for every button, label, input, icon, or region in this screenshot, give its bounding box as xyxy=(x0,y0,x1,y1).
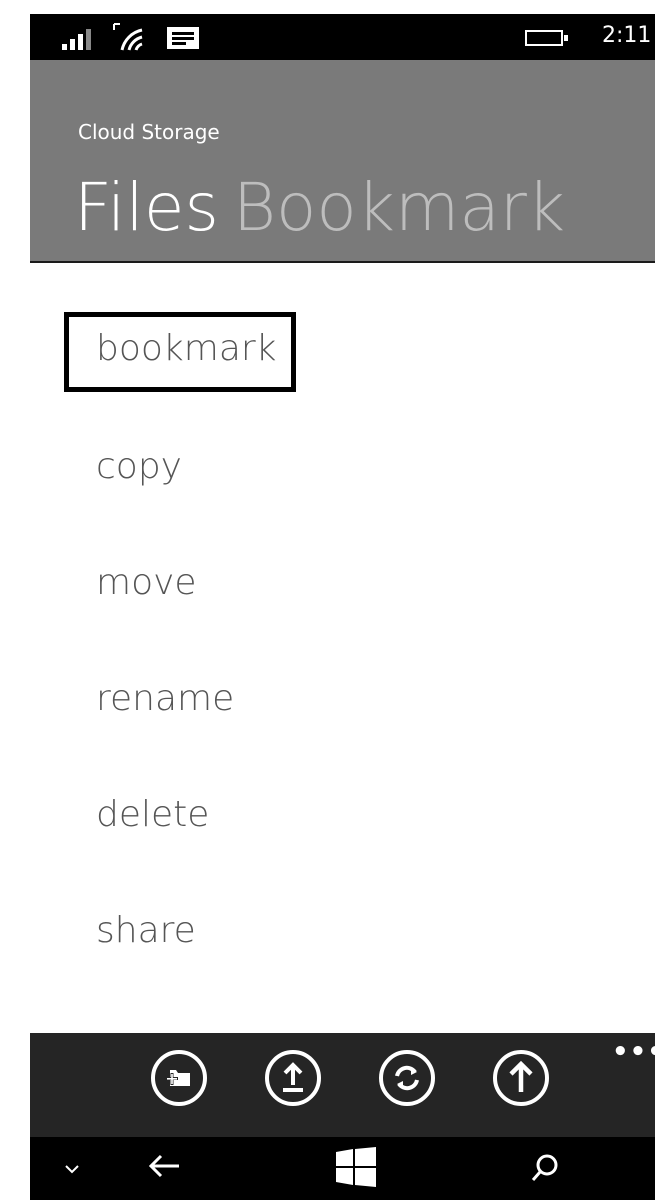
menu-item-bookmark[interactable]: bookmark xyxy=(96,328,277,369)
menu-item-rename[interactable]: rename xyxy=(96,678,234,719)
sync-icon[interactable] xyxy=(378,1049,436,1107)
back-icon[interactable] xyxy=(147,1153,181,1179)
pivot-bookmark[interactable]: Bookmark xyxy=(233,169,565,246)
signal-icon xyxy=(62,29,91,50)
more-options-button[interactable]: ••• xyxy=(612,1037,655,1067)
app-title: Cloud Storage xyxy=(78,120,220,144)
pivot-header: Files Bookmark xyxy=(74,168,565,248)
nav-bar xyxy=(30,1137,655,1200)
pivot-files[interactable]: Files xyxy=(74,169,219,246)
windows-icon[interactable] xyxy=(336,1147,376,1187)
menu-item-move[interactable]: move xyxy=(96,562,197,603)
status-bar: 2:11 xyxy=(30,14,655,60)
battery-icon xyxy=(525,30,568,46)
clock: 2:11 xyxy=(602,23,652,48)
new-folder-icon[interactable] xyxy=(150,1049,208,1107)
upload-icon[interactable] xyxy=(264,1049,322,1107)
app-bar: ••• xyxy=(30,1033,655,1137)
up-arrow-icon[interactable] xyxy=(492,1049,550,1107)
message-icon xyxy=(167,27,199,49)
menu-item-delete[interactable]: delete xyxy=(96,794,209,835)
wifi-icon xyxy=(113,23,143,51)
search-icon[interactable] xyxy=(530,1153,560,1183)
menu-item-copy[interactable]: copy xyxy=(96,446,182,487)
chevron-down-icon[interactable] xyxy=(64,1163,80,1175)
header: Cloud Storage Files Bookmark xyxy=(30,60,655,263)
menu-item-share[interactable]: share xyxy=(96,910,196,951)
